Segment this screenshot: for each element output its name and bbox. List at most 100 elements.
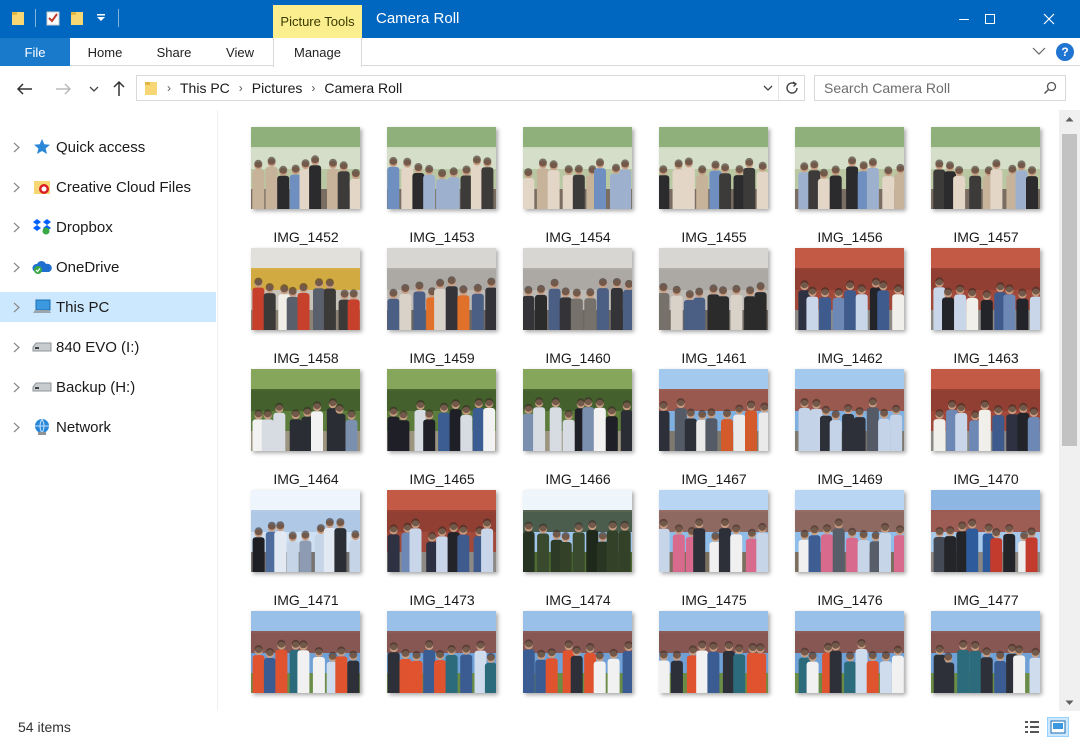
expand-chevron-icon[interactable] [9,422,23,433]
file-item[interactable]: IMG_1462 [785,243,921,366]
expand-chevron-icon[interactable] [9,382,23,393]
file-item[interactable]: IMG_1452 [241,122,377,245]
nav-item-this-pc[interactable]: This PC [0,292,216,322]
thumbnail-image[interactable] [251,490,360,572]
expand-chevron-icon[interactable] [9,222,23,233]
customize-toolbar-icon[interactable] [91,8,111,28]
tab-home[interactable]: Home [77,38,133,66]
properties-icon[interactable] [43,8,63,28]
nav-item-onedrive[interactable]: OneDrive [0,252,216,282]
thumbnail-image[interactable] [795,611,904,693]
expand-chevron-icon[interactable] [9,142,23,153]
file-item[interactable]: IMG_1482 [785,606,921,711]
file-item[interactable]: IMG_1467 [649,364,785,487]
help-button[interactable]: ? [1056,43,1074,61]
file-item[interactable]: IMG_1463 [921,243,1057,366]
breadcrumb-this-pc[interactable]: This PC [180,80,230,96]
refresh-button[interactable] [778,76,804,100]
thumbnail-image[interactable] [251,127,360,209]
thumbnail-image[interactable] [387,248,496,330]
file-item[interactable]: IMG_1474 [513,485,649,608]
thumbnail-image[interactable] [931,127,1040,209]
file-item[interactable]: IMG_1453 [377,122,513,245]
thumbnail-image[interactable] [387,611,496,693]
nav-item-network[interactable]: Network [0,412,216,442]
new-folder-icon[interactable] [67,8,87,28]
expand-chevron-icon[interactable] [9,182,23,193]
thumbnail-image[interactable] [795,490,904,572]
file-item[interactable]: IMG_1478 [241,606,377,711]
file-item[interactable]: IMG_1475 [649,485,785,608]
thumbnail-image[interactable] [523,127,632,209]
thumbnail-image[interactable] [659,611,768,693]
file-item[interactable]: IMG_1465 [377,364,513,487]
thumbnail-image[interactable] [387,369,496,451]
file-item[interactable]: IMG_1466 [513,364,649,487]
expand-chevron-icon[interactable] [9,262,23,273]
thumbnail-image[interactable] [931,369,1040,451]
file-item[interactable]: IMG_1483 [921,606,1057,711]
file-item[interactable]: IMG_1480 [513,606,649,711]
file-item[interactable]: IMG_1469 [785,364,921,487]
thumbnail-image[interactable] [659,127,768,209]
folder-icon[interactable] [8,8,28,28]
tab-manage[interactable]: Manage [273,38,362,67]
file-item[interactable]: IMG_1479 [377,606,513,711]
details-view-button[interactable] [1021,717,1043,737]
thumbnail-image[interactable] [523,490,632,572]
file-item[interactable]: IMG_1458 [241,243,377,366]
thumbnail-image[interactable] [659,248,768,330]
scrollbar-thumb[interactable] [1062,134,1077,446]
back-button[interactable] [14,78,36,100]
thumbnail-image[interactable] [523,611,632,693]
file-item[interactable]: IMG_1476 [785,485,921,608]
recent-locations-button[interactable] [83,78,105,100]
tab-file[interactable]: File [0,38,70,66]
thumbnail-image[interactable] [931,248,1040,330]
vertical-scrollbar[interactable] [1059,110,1080,711]
file-item[interactable]: IMG_1461 [649,243,785,366]
nav-item-backup[interactable]: Backup (H:) [0,372,216,402]
file-item[interactable]: IMG_1471 [241,485,377,608]
search-box[interactable] [814,75,1066,101]
thumbnail-image[interactable] [795,127,904,209]
file-item[interactable]: IMG_1473 [377,485,513,608]
breadcrumb-pictures[interactable]: Pictures [252,80,303,96]
tab-view[interactable]: View [213,38,267,66]
file-item[interactable]: IMG_1477 [921,485,1057,608]
up-button[interactable] [108,78,130,100]
large-icons-view-button[interactable] [1047,717,1069,737]
nav-item-creative-cloud[interactable]: Creative Cloud Files [0,172,216,202]
file-item[interactable]: IMG_1454 [513,122,649,245]
expand-chevron-icon[interactable] [9,342,23,353]
file-item[interactable]: IMG_1464 [241,364,377,487]
address-bar[interactable]: › This PC › Pictures › Camera Roll [136,75,805,101]
file-item[interactable]: IMG_1457 [921,122,1057,245]
scroll-up-button[interactable] [1059,110,1080,127]
forward-button[interactable] [52,78,74,100]
nav-item-840-evo[interactable]: 840 EVO (I:) [0,332,216,362]
file-item[interactable]: IMG_1456 [785,122,921,245]
thumbnail-image[interactable] [931,490,1040,572]
thumbnail-image[interactable] [387,127,496,209]
file-item[interactable]: IMG_1470 [921,364,1057,487]
thumbnail-image[interactable] [523,369,632,451]
search-input[interactable] [815,80,1035,96]
thumbnail-image[interactable] [659,490,768,572]
thumbnail-image[interactable] [795,248,904,330]
thumbnail-image[interactable] [523,248,632,330]
thumbnail-image[interactable] [931,611,1040,693]
thumbnail-image[interactable] [795,369,904,451]
thumbnail-image[interactable] [251,611,360,693]
thumbnail-image[interactable] [659,369,768,451]
thumbnail-image[interactable] [387,490,496,572]
expand-chevron-icon[interactable] [9,302,23,313]
file-item[interactable]: IMG_1481 [649,606,785,711]
nav-item-dropbox[interactable]: Dropbox [0,212,216,242]
breadcrumb-camera-roll[interactable]: Camera Roll [324,80,402,96]
scroll-down-button[interactable] [1059,694,1080,711]
file-item[interactable]: IMG_1459 [377,243,513,366]
address-history-button[interactable] [760,76,776,100]
thumbnail-image[interactable] [251,248,360,330]
nav-item-quick-access[interactable]: Quick access [0,132,216,162]
